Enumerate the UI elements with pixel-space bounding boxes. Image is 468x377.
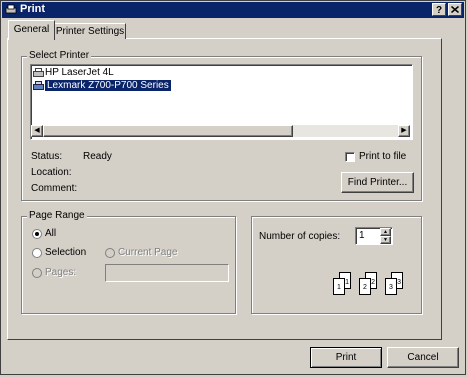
location-label: Location:: [31, 167, 72, 178]
print-to-file-checkbox[interactable]: [345, 152, 355, 162]
print-button[interactable]: Print: [310, 347, 382, 368]
cancel-button[interactable]: Cancel: [387, 347, 459, 368]
select-printer-legend: Select Printer: [27, 50, 92, 61]
printer-list[interactable]: HP LaserJet 4L Lexmark Z700-P700 Series …: [30, 64, 413, 140]
scroll-right-button[interactable]: ▶: [398, 125, 410, 137]
help-button[interactable]: ?: [432, 3, 446, 16]
copies-label: Number of copies:: [259, 231, 341, 242]
horizontal-scrollbar[interactable]: ◀ ▶: [31, 125, 410, 137]
scroll-left-button[interactable]: ◀: [31, 125, 43, 137]
status-label: Status:: [31, 151, 63, 162]
close-icon: [451, 6, 459, 13]
tab-general[interactable]: General: [8, 20, 55, 40]
close-button[interactable]: [448, 3, 462, 16]
copies-value: 1: [359, 230, 365, 241]
selection-label[interactable]: Selection: [45, 247, 86, 258]
current-page-radio[interactable]: [105, 248, 115, 258]
collate-page: 1: [333, 278, 345, 295]
printer-name: HP LaserJet 4L: [45, 67, 114, 78]
all-label[interactable]: All: [45, 228, 56, 239]
scroll-thumb[interactable]: [43, 125, 293, 137]
comment-label: Comment:: [31, 183, 78, 194]
pages-input[interactable]: [105, 264, 229, 282]
status-value: Ready: [83, 151, 112, 162]
current-page-label[interactable]: Current Page: [118, 247, 177, 258]
pages-label[interactable]: Pages:: [45, 267, 76, 278]
print-to-file-label[interactable]: Print to file: [359, 151, 406, 162]
tab-printer-settings[interactable]: Printer Settings: [54, 23, 126, 39]
collate-icon: 1 1 2 2 3 3: [330, 272, 405, 298]
printer-icon: [33, 68, 44, 77]
copies-down-button[interactable]: ▼: [380, 236, 391, 244]
window-title: Print: [20, 3, 46, 15]
printer-icon: [5, 4, 17, 14]
title-bar: Print ?: [2, 2, 464, 18]
all-radio[interactable]: [32, 229, 42, 239]
printer-icon: [33, 81, 44, 90]
printer-name: Lexmark Z700-P700 Series: [45, 80, 171, 91]
page-range-legend: Page Range: [27, 210, 87, 221]
copies-up-button[interactable]: ▲: [380, 228, 391, 236]
collate-page: 3: [385, 278, 397, 295]
find-printer-button[interactable]: Find Printer...: [341, 172, 414, 193]
pages-radio[interactable]: [32, 268, 42, 278]
selection-radio[interactable]: [32, 248, 42, 258]
collate-page: 2: [359, 278, 371, 295]
copies-stepper[interactable]: 1 ▲ ▼: [355, 227, 393, 245]
